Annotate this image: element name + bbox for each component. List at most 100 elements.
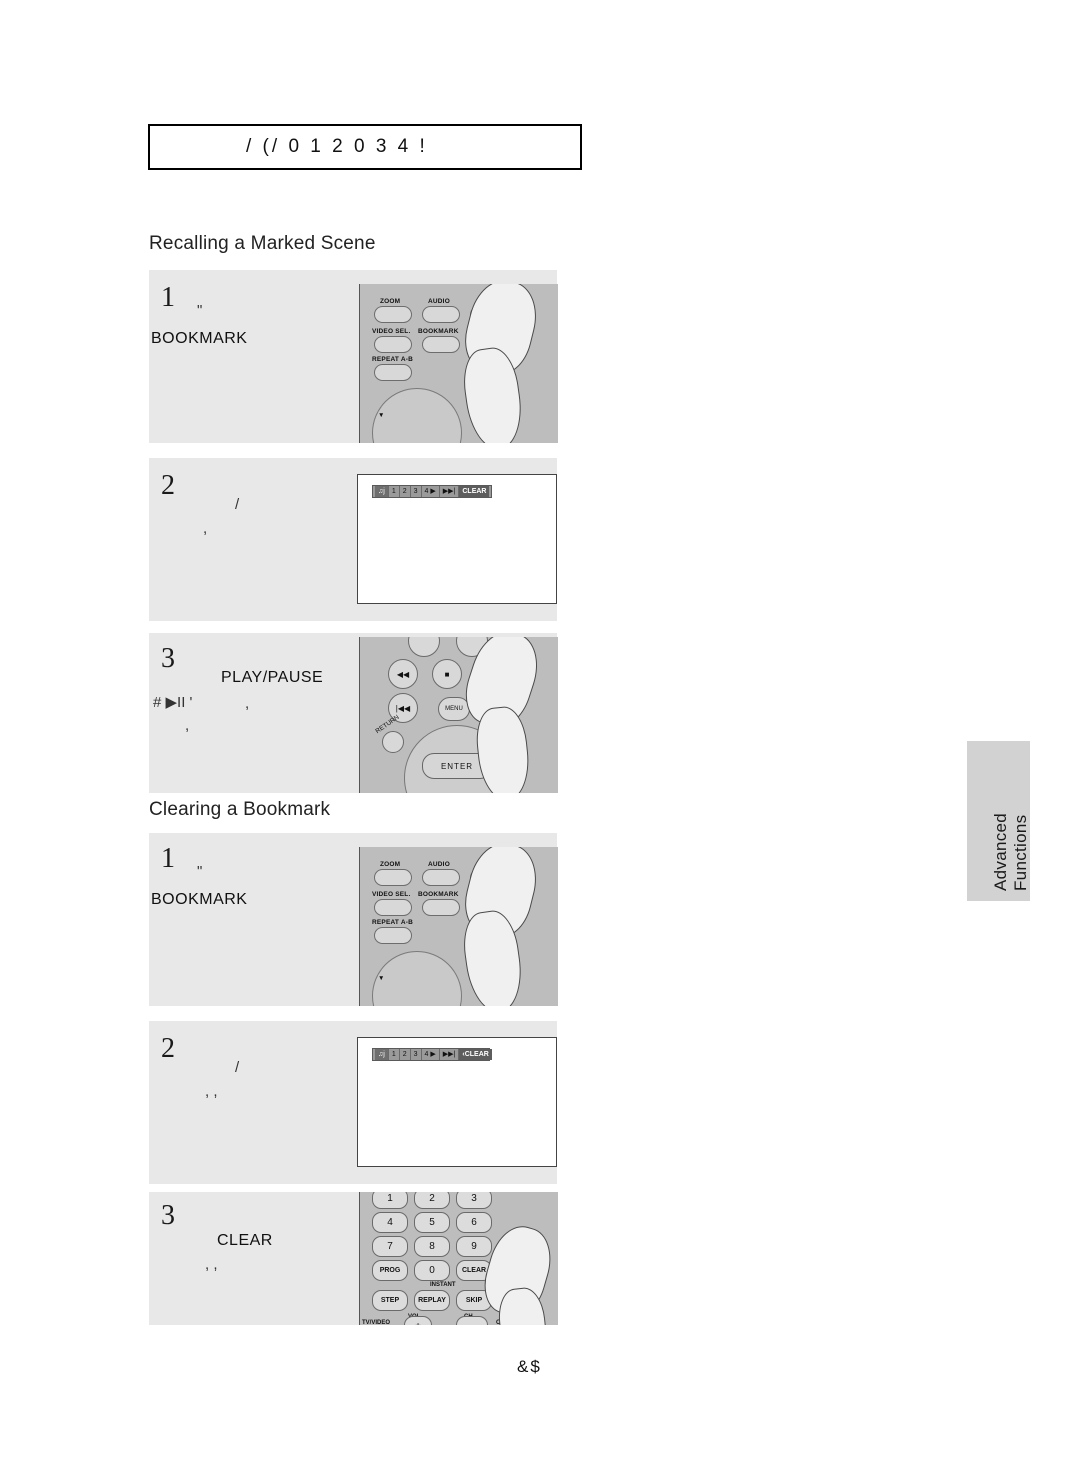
osd-cell-1: 1 — [389, 1049, 400, 1060]
step-label-clear: CLEAR — [217, 1232, 273, 1249]
remote-key-2: 2 — [414, 1192, 450, 1209]
remote-key-8: 8 — [414, 1236, 450, 1257]
remote-label-audio: AUDIO — [428, 861, 450, 868]
remote-label-audio: AUDIO — [428, 298, 450, 305]
section-title-recalling: Recalling a Marked Scene — [149, 233, 376, 254]
step-slash-mark: / — [235, 496, 240, 513]
step-label-play-pause: PLAY/PAUSE — [221, 669, 324, 686]
bookmark-osd-bar: ♫ј 1 2 3 4 ▶ ▶▶| CLEAR — [372, 485, 492, 498]
step-glyph-line: # ▶II ' — [153, 694, 193, 711]
step-quote-mark: " — [197, 302, 203, 319]
remote-key-audio — [422, 306, 460, 323]
bookmark-remote-image: ZOOM AUDIO ANGLE VIDEO SEL. BOOKMARK REP… — [359, 847, 558, 1006]
step-quote-mark: " — [197, 863, 203, 880]
step-number: 3 — [161, 643, 175, 674]
osd-cell-skip: ▶▶| — [440, 486, 460, 497]
recall-step-3-panel: 3 PLAY/PAUSE # ▶II ' , , ◀◀ ■ ▶II |◀◀ ME… — [149, 633, 558, 793]
section-title-clearing: Clearing a Bookmark — [149, 799, 331, 820]
clear-osd-bar: ♫ј 1 2 3 4 ▶ ▶▶| ‹CLEAR — [372, 1048, 492, 1061]
side-tab-label-line2: Functions — [1011, 814, 1030, 891]
side-tab-label-line1: Advanced — [991, 812, 1010, 891]
osd-cell-4: 4 ▶ — [422, 1049, 440, 1060]
remote-key-repeat-ab — [374, 364, 412, 381]
remote-key-stop: ■ — [432, 659, 462, 689]
bookmark-remote-image: ZOOM AUDIO ANGLE VIDEO SEL. BOOKMARK REP… — [359, 284, 558, 443]
step-number: 2 — [161, 470, 175, 501]
step-number: 3 — [161, 1200, 175, 1231]
step-label-bookmark: BOOKMARK — [151, 330, 248, 347]
page-number: &$ — [517, 1357, 542, 1376]
osd-cell-clear: ‹CLEAR — [459, 1049, 492, 1060]
remote-dial — [372, 388, 462, 443]
remote-key-vol-plus: + — [404, 1316, 432, 1325]
remote-key-video-sel — [374, 899, 412, 916]
remote-key-5: 5 — [414, 1212, 450, 1233]
remote-label-bookmark: BOOKMARK — [418, 891, 459, 898]
step-comma-mark: , — [245, 695, 250, 712]
remote-corner-arrow-icon: ▼ — [378, 975, 385, 982]
remote-key-ch-up — [456, 1316, 488, 1325]
remote-key-prog: PROG — [372, 1260, 408, 1281]
play-pause-remote-image: ◀◀ ■ ▶II |◀◀ MENU INFO RETURN ENTER — [359, 637, 558, 793]
remote-key-bookmark — [422, 336, 460, 353]
osd-cell-2: 2 — [400, 486, 411, 497]
osd-cell-2: 2 — [400, 1049, 411, 1060]
osd-cell-icon: ♫ј — [375, 486, 389, 497]
step-label-bookmark: BOOKMARK — [151, 891, 248, 908]
osd-cell-1: 1 — [389, 486, 400, 497]
osd-cell-skip: ▶▶| — [440, 1049, 460, 1060]
remote-key-3: 3 — [456, 1192, 492, 1209]
osd-cell-3: 3 — [411, 486, 422, 497]
bookmark-osd-screen: ♫ј 1 2 3 4 ▶ ▶▶| CLEAR — [357, 474, 557, 604]
remote-key-top-left — [408, 637, 440, 657]
osd-cell-3: 3 — [411, 1049, 422, 1060]
side-tab-advanced-functions: Advanced Functions — [967, 741, 1030, 901]
step-comma-mark-2: , — [185, 717, 190, 734]
remote-key-replay: REPLAY — [414, 1290, 450, 1311]
remote-label-video-sel: VIDEO SEL. — [372, 891, 411, 898]
numeric-remote-image: 1 2 3 4 5 6 7 8 9 PROG 0 CLEAR INSTANT S… — [359, 1192, 558, 1325]
remote-corner-arrow-icon: ▼ — [378, 412, 385, 419]
remote-key-7: 7 — [372, 1236, 408, 1257]
osd-cell-icon: ♫ј — [375, 1049, 389, 1060]
remote-label-video-sel: VIDEO SEL. — [372, 328, 411, 335]
remote-label-zoom: ZOOM — [380, 861, 401, 868]
clear-step-1-panel: 1 " BOOKMARK ZOOM AUDIO ANGLE VIDEO SEL.… — [149, 833, 558, 1006]
step-comma-mark: , , — [205, 1256, 218, 1273]
remote-key-6: 6 — [456, 1212, 492, 1233]
step-number: 2 — [161, 1033, 175, 1064]
remote-label-bookmark: BOOKMARK — [418, 328, 459, 335]
clear-step-2-panel: 2 / , , ♫ј 1 2 3 4 ▶ ▶▶| ‹CLEAR — [149, 1021, 557, 1184]
recall-step-1-panel: 1 " BOOKMARK ZOOM AUDIO ANGLE VIDEO SEL.… — [149, 270, 558, 443]
remote-key-audio — [422, 869, 460, 886]
remote-key-4: 4 — [372, 1212, 408, 1233]
remote-label-zoom: ZOOM — [380, 298, 401, 305]
remote-key-step: STEP — [372, 1290, 408, 1311]
remote-label-repeat-ab: REPEAT A-B — [372, 919, 413, 926]
step-comma-mark: , , — [205, 1083, 218, 1100]
step-slash-mark: / — [235, 1059, 240, 1076]
osd-cell-4: 4 ▶ — [422, 486, 440, 497]
clear-osd-screen: ♫ј 1 2 3 4 ▶ ▶▶| ‹CLEAR — [357, 1037, 557, 1167]
header-box: / (/ 0 1 2 0 3 4 ! — [148, 124, 582, 170]
remote-key-1: 1 — [372, 1192, 408, 1209]
remote-key-zoom — [374, 306, 412, 323]
remote-key-rewind: ◀◀ — [388, 659, 418, 689]
step-number: 1 — [161, 843, 175, 874]
remote-key-repeat-ab — [374, 927, 412, 944]
step-number: 1 — [161, 282, 175, 313]
step-comma-mark: , — [203, 520, 208, 537]
osd-cell-clear: CLEAR — [459, 486, 490, 497]
remote-key-video-sel — [374, 336, 412, 353]
clear-step-3-panel: 3 CLEAR , , 1 2 3 4 5 6 7 8 9 PROG 0 CLE… — [149, 1192, 558, 1325]
remote-key-9: 9 — [456, 1236, 492, 1257]
remote-dial — [372, 951, 462, 1006]
remote-key-return — [382, 731, 404, 753]
remote-key-zoom — [374, 869, 412, 886]
remote-label-instant: INSTANT — [430, 1282, 456, 1288]
header-text: / (/ 0 1 2 0 3 4 ! — [246, 136, 428, 157]
recall-step-2-panel: 2 / , ♫ј 1 2 3 4 ▶ ▶▶| CLEAR — [149, 458, 557, 621]
remote-key-bookmark — [422, 899, 460, 916]
remote-label-repeat-ab: REPEAT A-B — [372, 356, 413, 363]
remote-key-0: 0 — [414, 1260, 450, 1281]
